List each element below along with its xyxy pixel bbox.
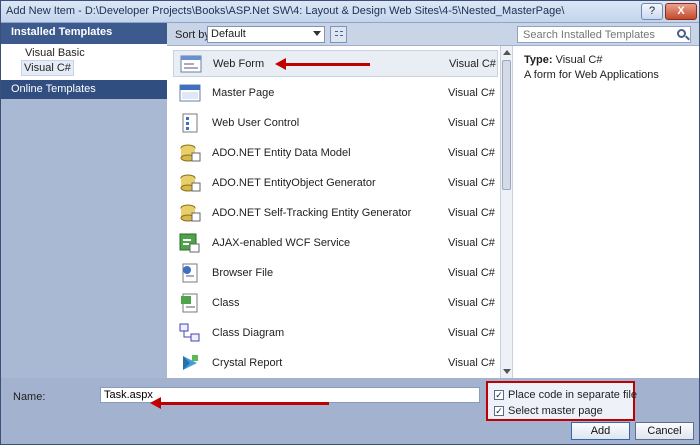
template-name: Web Form bbox=[213, 58, 265, 70]
web-form-icon bbox=[180, 54, 202, 74]
template-item[interactable]: Web User Control Visual C# bbox=[173, 110, 498, 137]
annotation-arrow-icon bbox=[150, 397, 329, 409]
wcf-service-icon bbox=[179, 233, 201, 253]
template-language: Visual C# bbox=[448, 147, 495, 159]
template-name: Browser File bbox=[212, 267, 274, 279]
template-language: Visual C# bbox=[448, 237, 495, 249]
tree-item-visual-csharp[interactable]: Visual C# bbox=[21, 60, 74, 76]
template-item[interactable]: Crystal Report Visual C# bbox=[173, 350, 498, 377]
template-language: Visual C# bbox=[448, 297, 495, 309]
class-diagram-icon bbox=[179, 323, 201, 343]
template-language: Visual C# bbox=[448, 357, 495, 369]
entity-model-icon bbox=[179, 143, 201, 163]
installed-templates-header[interactable]: Installed Templates bbox=[1, 23, 167, 44]
template-category-panel: Installed Templates Visual Basic Visual … bbox=[1, 23, 167, 378]
details-type: Type: Visual C# bbox=[524, 54, 602, 66]
template-item[interactable]: AJAX-enabled WCF Service Visual C# bbox=[173, 230, 498, 257]
window-title: Add New Item - D:\Developer Projects\Boo… bbox=[6, 5, 565, 17]
template-item[interactable]: Class Diagram Visual C# bbox=[173, 320, 498, 347]
options-group: ✓ Place code in separate file ✓ Select m… bbox=[486, 381, 637, 421]
crystal-report-icon bbox=[179, 353, 201, 373]
title-bar: Add New Item - D:\Developer Projects\Boo… bbox=[1, 1, 699, 23]
tree-item-visual-basic[interactable]: Visual Basic bbox=[23, 46, 87, 60]
user-control-icon bbox=[179, 113, 201, 133]
code-separate-label[interactable]: Place code in separate file bbox=[508, 389, 637, 401]
template-language: Visual C# bbox=[448, 327, 495, 339]
template-details-pane: Type: Visual C# A form for Web Applicati… bbox=[512, 46, 699, 378]
template-language: Visual C# bbox=[448, 87, 495, 99]
sort-value: Default bbox=[211, 28, 246, 40]
template-item[interactable]: ADO.NET EntityObject Generator Visual C# bbox=[173, 170, 498, 197]
bottom-panel: Name: ✓ Place code in separate file ✓ Se… bbox=[1, 378, 699, 444]
template-language: Visual C# bbox=[449, 58, 496, 70]
browser-file-icon bbox=[179, 263, 201, 283]
template-item[interactable]: ADO.NET Entity Data Model Visual C# bbox=[173, 140, 498, 167]
search-input[interactable] bbox=[517, 26, 691, 43]
name-label: Name: bbox=[13, 391, 46, 403]
template-language: Visual C# bbox=[448, 207, 495, 219]
scroll-up-icon[interactable] bbox=[503, 50, 511, 55]
template-item[interactable]: Browser File Visual C# bbox=[173, 260, 498, 287]
close-button[interactable]: X bbox=[665, 3, 697, 20]
add-button[interactable]: Add bbox=[571, 422, 630, 440]
online-templates-header[interactable]: Online Templates bbox=[1, 80, 167, 99]
scroll-thumb[interactable] bbox=[502, 60, 511, 190]
sort-toolbar: Sort by: Default bbox=[167, 23, 682, 400]
master-page-checkbox[interactable]: ✓ bbox=[494, 406, 504, 416]
template-item[interactable]: Class Visual C# bbox=[173, 290, 498, 317]
entity-generator-icon bbox=[179, 173, 201, 193]
master-page-label[interactable]: Select master page bbox=[508, 405, 603, 417]
annotation-arrow-icon bbox=[275, 58, 370, 70]
installed-templates-tree: Visual Basic Visual C# bbox=[1, 44, 167, 80]
template-language: Visual C# bbox=[448, 117, 495, 129]
details-description: A form for Web Applications bbox=[524, 69, 659, 81]
code-separate-checkbox[interactable]: ✓ bbox=[494, 390, 504, 400]
self-tracking-icon bbox=[179, 203, 201, 223]
search-icon[interactable] bbox=[677, 29, 686, 38]
template-language: Visual C# bbox=[448, 177, 495, 189]
master-page-icon bbox=[179, 83, 201, 103]
template-item[interactable]: Master Page Visual C# bbox=[173, 80, 498, 107]
template-name: AJAX-enabled WCF Service bbox=[212, 237, 351, 249]
add-new-item-dialog: Add New Item - D:\Developer Projects\Boo… bbox=[0, 0, 700, 445]
template-language: Visual C# bbox=[448, 267, 495, 279]
grid-icon bbox=[335, 31, 338, 32]
chevron-down-icon bbox=[313, 31, 321, 36]
template-name: Class bbox=[212, 297, 240, 309]
template-list-scrollbar[interactable] bbox=[500, 46, 512, 378]
template-name: ADO.NET Self-Tracking Entity Generator bbox=[212, 207, 412, 219]
template-name: Master Page bbox=[212, 87, 275, 99]
class-icon bbox=[179, 293, 201, 313]
cancel-button[interactable]: Cancel bbox=[635, 422, 694, 440]
search-area bbox=[509, 23, 699, 46]
template-name: Web User Control bbox=[212, 117, 300, 129]
template-name: ADO.NET EntityObject Generator bbox=[212, 177, 376, 189]
template-name: Class Diagram bbox=[212, 327, 285, 339]
details-type-label: Type: bbox=[524, 54, 553, 66]
help-button[interactable]: ? bbox=[641, 3, 663, 20]
scroll-down-icon[interactable] bbox=[503, 369, 511, 374]
template-name: Crystal Report bbox=[212, 357, 283, 369]
sort-by-dropdown[interactable]: Default bbox=[207, 26, 325, 43]
details-type-value: Visual C# bbox=[555, 54, 603, 66]
template-item[interactable]: ADO.NET Self-Tracking Entity Generator Vi… bbox=[173, 200, 498, 227]
small-icons-view-button[interactable] bbox=[330, 26, 347, 43]
template-name: ADO.NET Entity Data Model bbox=[212, 147, 351, 159]
template-list: Web Form Visual C# Master Page Visual C# Web… bbox=[167, 46, 500, 378]
